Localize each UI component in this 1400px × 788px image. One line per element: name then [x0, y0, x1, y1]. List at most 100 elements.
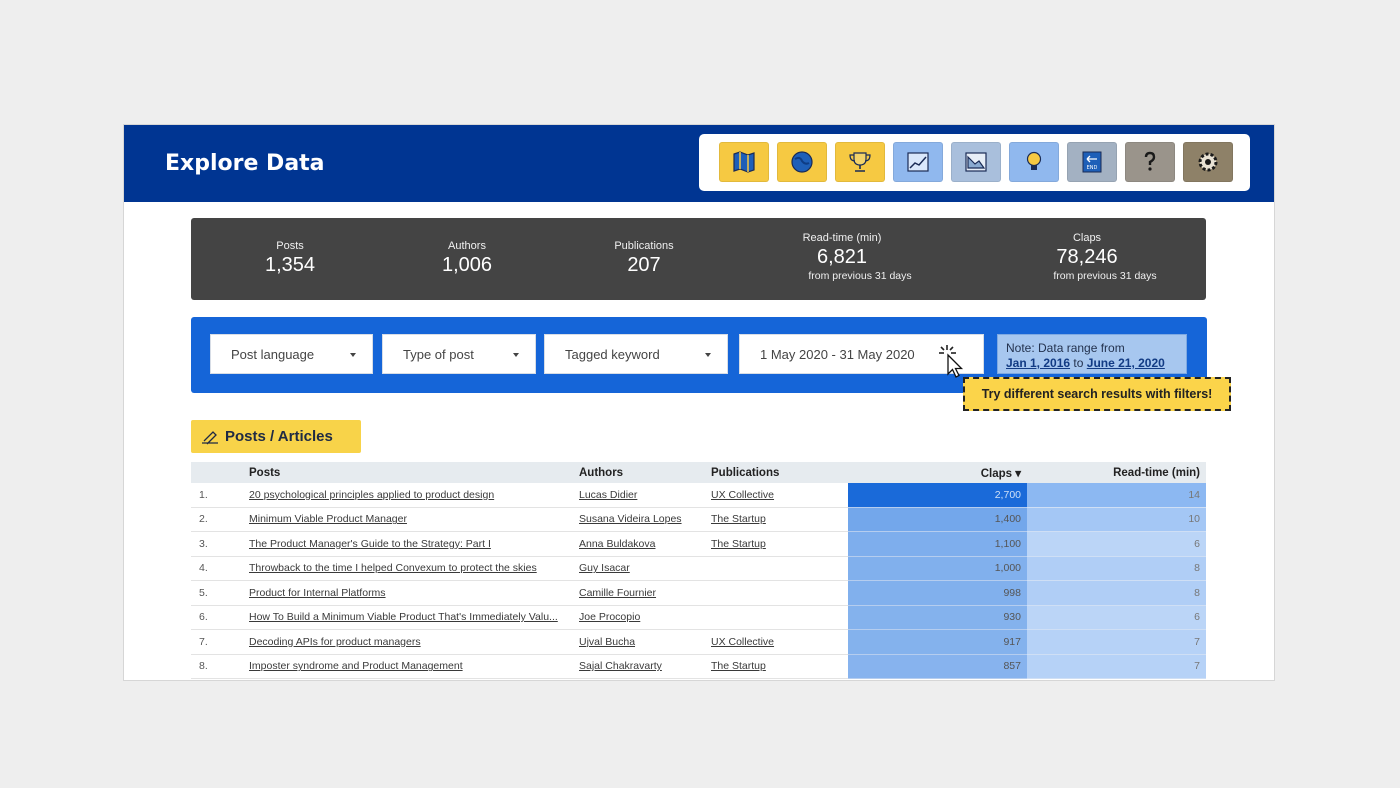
- globe-button[interactable]: [777, 142, 827, 182]
- tagged-keyword-dropdown[interactable]: Tagged keyword: [544, 334, 728, 374]
- col-posts[interactable]: Posts: [243, 462, 573, 483]
- header-bar: Explore Data END: [124, 125, 1274, 202]
- globe-icon: [791, 151, 813, 173]
- author-link[interactable]: Anna Buldakova: [573, 531, 705, 557]
- publication-link[interactable]: The Startup: [705, 531, 848, 557]
- post-title-link[interactable]: Imposter syndrome and Product Management: [243, 654, 573, 679]
- author-link[interactable]: Susana Videira Lopes: [573, 507, 705, 532]
- table-row: 5. Product for Internal Platforms Camille …: [191, 580, 1206, 606]
- post-title-link[interactable]: Product for Internal Platforms: [243, 580, 573, 606]
- col-claps-label: Claps: [980, 467, 1013, 480]
- line-chart-button[interactable]: [893, 142, 943, 182]
- col-claps[interactable]: Claps ▾: [848, 462, 1027, 483]
- post-language-dropdown[interactable]: Post language: [210, 334, 373, 374]
- help-button[interactable]: [1125, 142, 1175, 182]
- publication-link[interactable]: UX Collective: [705, 629, 848, 655]
- gear-icon: [1198, 152, 1218, 172]
- col-publications[interactable]: Publications: [705, 462, 848, 483]
- dashboard-card: Explore Data END Posts 1,354 Authors 1,0…: [124, 125, 1274, 680]
- end-button[interactable]: END: [1067, 142, 1117, 182]
- claps-cell: 857: [848, 654, 1027, 679]
- claps-cell: 1,000: [848, 556, 1027, 581]
- caret-down-icon: [513, 353, 519, 357]
- publication-link: [705, 605, 848, 630]
- lightbulb-button[interactable]: [1009, 142, 1059, 182]
- table-row: 2. Minimum Viable Product Manager Susana V…: [191, 507, 1206, 532]
- filter-tooltip: Try different search results with filter…: [963, 377, 1231, 411]
- stat-claps: Claps 78,246 from previous 31 days: [997, 232, 1177, 282]
- publication-link: [705, 556, 848, 581]
- table-row: 6. How To Build a Minimum Viable Product …: [191, 605, 1206, 630]
- note-to-word: to: [1073, 356, 1084, 370]
- post-title-link[interactable]: Decoding APIs for product managers: [243, 629, 573, 655]
- note-prefix: Note: Data range from: [1006, 341, 1125, 355]
- claps-cell: 1,400: [848, 507, 1027, 532]
- stat-authors: Authors 1,006: [377, 240, 557, 277]
- post-title-link[interactable]: Throwback to the time I helped Convexum …: [243, 556, 573, 581]
- stat-value: 6,821: [816, 246, 868, 268]
- area-chart-icon: [965, 152, 987, 172]
- sort-down-icon: ▾: [1015, 467, 1021, 480]
- author-link[interactable]: Camille Fournier: [573, 580, 705, 606]
- post-title-link[interactable]: 20 psychological principles applied to p…: [243, 483, 573, 508]
- toolbar: END: [699, 134, 1250, 191]
- post-title-link[interactable]: How To Build a Minimum Viable Product Th…: [243, 605, 573, 630]
- posts-articles-tab[interactable]: Posts / Articles: [191, 420, 361, 453]
- row-index: 6.: [191, 605, 243, 630]
- publication-link[interactable]: The Startup: [705, 507, 848, 532]
- post-title-link[interactable]: Minimum Viable Product Manager: [243, 507, 573, 532]
- stat-label: Claps: [1072, 232, 1102, 244]
- type-of-post-dropdown[interactable]: Type of post: [382, 334, 536, 374]
- row-index: 5.: [191, 580, 243, 606]
- trophy-button[interactable]: [835, 142, 885, 182]
- stat-publications: Publications 207: [554, 240, 734, 277]
- table-row: 3. The Product Manager's Guide to the Str…: [191, 531, 1206, 557]
- read-time-cell: 6: [1027, 531, 1206, 557]
- author-link[interactable]: Lucas Didier: [573, 483, 705, 508]
- caret-down-icon: [350, 353, 356, 357]
- note-to-link[interactable]: June 21, 2020: [1087, 356, 1165, 370]
- stat-label: Authors: [448, 240, 486, 252]
- caret-down-icon: [705, 353, 711, 357]
- read-time-cell: 7: [1027, 629, 1206, 655]
- note-from-link[interactable]: Jan 1, 2016: [1006, 356, 1070, 370]
- publication-link: [705, 580, 848, 606]
- col-authors[interactable]: Authors: [573, 462, 705, 483]
- stat-sub: from previous 31 days: [808, 270, 912, 282]
- col-read-time[interactable]: Read-time (min): [1027, 462, 1206, 483]
- pencil-icon: [202, 430, 218, 444]
- stat-label: Read-time (min): [802, 232, 882, 244]
- stat-label: Posts: [276, 240, 304, 252]
- stat-read-time: Read-time (min) 6,821 from previous 31 d…: [752, 232, 932, 282]
- post-title-link[interactable]: The Product Manager's Guide to the Strat…: [243, 531, 573, 557]
- table-header: Posts Authors Publications Claps ▾ Read-…: [191, 462, 1206, 483]
- stat-posts: Posts 1,354: [200, 240, 380, 277]
- publication-link[interactable]: The Startup: [705, 654, 848, 679]
- claps-cell: 998: [848, 580, 1027, 606]
- claps-cell: 930: [848, 605, 1027, 630]
- map-button[interactable]: [719, 142, 769, 182]
- author-link[interactable]: Guy Isacar: [573, 556, 705, 581]
- row-index: 8.: [191, 654, 243, 679]
- stat-value: 207: [627, 254, 661, 276]
- date-range-label: 1 May 2020 - 31 May 2020: [760, 346, 915, 362]
- author-link[interactable]: Sajal Chakravarty: [573, 654, 705, 679]
- stats-bar: Posts 1,354 Authors 1,006 Publications 2…: [191, 218, 1206, 300]
- table-row: 4. Throwback to the time I helped Convexu…: [191, 556, 1206, 581]
- area-chart-button[interactable]: [951, 142, 1001, 182]
- row-index: 1.: [191, 483, 243, 508]
- publication-link[interactable]: UX Collective: [705, 483, 848, 508]
- settings-button[interactable]: [1183, 142, 1233, 182]
- dropdown-label: Post language: [231, 346, 315, 362]
- read-time-cell: 14: [1027, 483, 1206, 508]
- line-chart-icon: [907, 152, 929, 172]
- stat-sub: from previous 31 days: [1053, 270, 1157, 282]
- claps-cell: 1,100: [848, 531, 1027, 557]
- read-time-cell: 7: [1027, 654, 1206, 679]
- author-link[interactable]: Joe Procopio: [573, 605, 705, 630]
- author-link[interactable]: Ujval Bucha: [573, 629, 705, 655]
- read-time-cell: 8: [1027, 580, 1206, 606]
- stat-value: 1,354: [264, 254, 316, 276]
- stat-value: 78,246: [1056, 246, 1118, 268]
- stat-label: Publications: [614, 240, 674, 252]
